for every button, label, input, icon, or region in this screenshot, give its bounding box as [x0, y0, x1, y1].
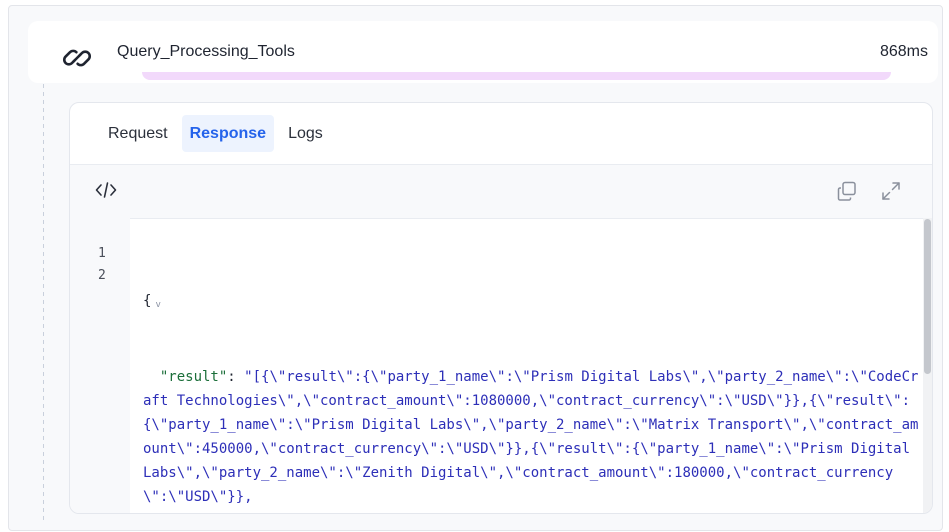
response-code[interactable]: {v "result": "[{\"result\":{\"party_1_na…: [143, 241, 923, 513]
line-number: 1: [98, 246, 106, 261]
timeline-connector: [43, 84, 44, 524]
code-icon: [95, 182, 117, 198]
json-key: "result": [159, 369, 228, 385]
scroll-thumb[interactable]: [924, 219, 931, 374]
json-colon: :: [227, 369, 245, 385]
tab-response[interactable]: Response: [181, 115, 275, 152]
code-line-1: {v: [143, 289, 923, 317]
vertical-scrollbar[interactable]: [923, 218, 932, 513]
tab-bar: Request Response Logs: [100, 115, 331, 152]
progress-bar: [142, 72, 891, 80]
expand-icon[interactable]: [880, 180, 902, 202]
run-trace-frame: Query_Processing_Tools 868ms Request Res…: [8, 5, 943, 531]
tab-logs[interactable]: Logs: [280, 115, 331, 152]
open-brace: {: [143, 293, 152, 309]
tab-request[interactable]: Request: [100, 115, 176, 152]
details-panel: Request Response Logs 1 2 {v "result": …: [69, 102, 933, 514]
code-line-2: "result": "[{\"result\":{\"party_1_name\…: [143, 365, 923, 509]
code-toolbar: [70, 164, 932, 219]
duration-label: 868ms: [879, 43, 928, 60]
line-gutter: 1 2: [70, 218, 130, 513]
line-number: 2: [98, 268, 106, 283]
link-icon: [62, 49, 92, 67]
fold-toggle[interactable]: v: [155, 300, 160, 310]
tool-name: Query_Processing_Tools: [117, 43, 295, 60]
json-value: "[{\"result\":{\"party_1_name\":\"Prism …: [143, 369, 919, 505]
copy-icon[interactable]: [836, 180, 858, 202]
